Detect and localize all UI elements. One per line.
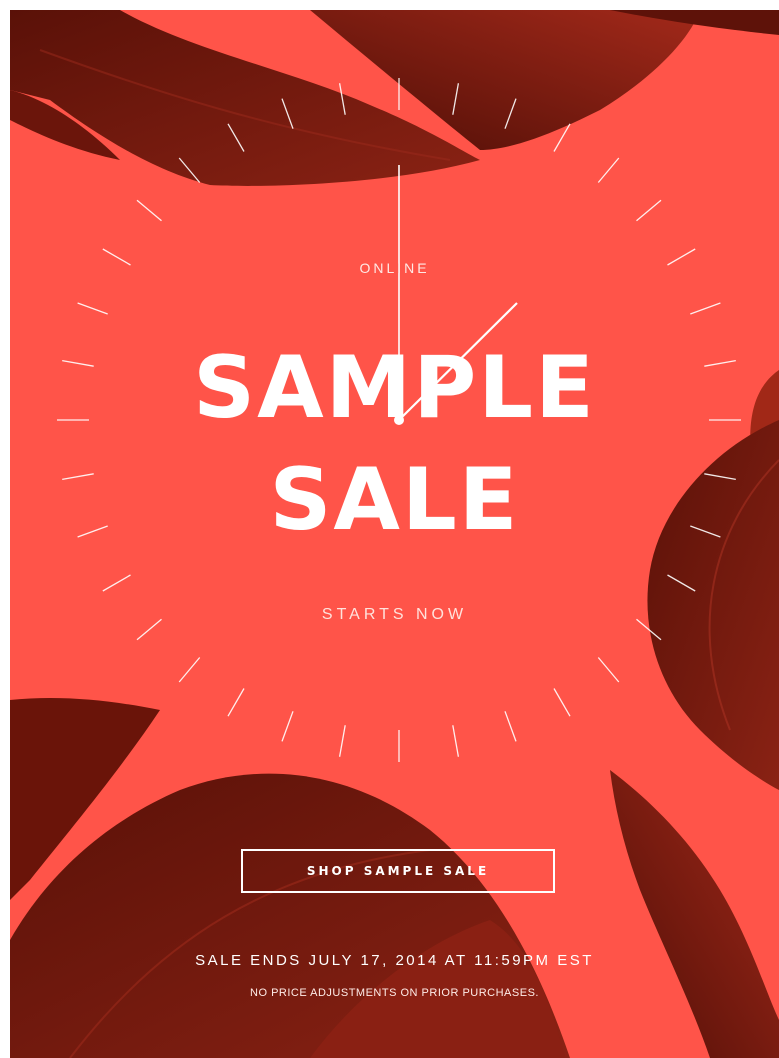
clock-tick (667, 574, 696, 592)
shop-sample-sale-button[interactable]: SHOP SAMPLE SALE (241, 849, 555, 893)
clock-tick (178, 157, 201, 183)
headline-line-2: SALE (269, 450, 520, 550)
clock-tick (227, 123, 245, 152)
clock-tick (281, 98, 294, 129)
clock-tick (553, 123, 571, 152)
email-page: ONLINE SAMPLE SALE STARTS NOW SHOP SAMPL… (0, 0, 779, 1058)
clock-tick (102, 574, 131, 592)
clock-tick (597, 657, 620, 683)
clock-tick (178, 657, 201, 683)
clock-tick (504, 98, 517, 129)
clock-tick (136, 199, 162, 222)
clock-tick (338, 725, 346, 757)
clock-tick (690, 302, 721, 315)
clock-tick (553, 688, 571, 717)
starts-now-label: STARTS NOW (321, 606, 468, 623)
clock-tick (636, 199, 662, 222)
headline-line-1: SAMPLE (193, 338, 596, 438)
clock-tick (281, 711, 294, 742)
eyebrow-label: ONLINE (359, 260, 430, 276)
clock-tick (338, 83, 346, 115)
shop-sample-sale-label: SHOP SAMPLE SALE (306, 864, 490, 878)
clock-tick (504, 711, 517, 742)
price-adjustment-disclaimer: NO PRICE ADJUSTMENTS ON PRIOR PURCHASES. (250, 987, 539, 999)
sale-poster: ONLINE SAMPLE SALE STARTS NOW SHOP SAMPL… (10, 10, 779, 1058)
clock-tick (227, 688, 245, 717)
clock-tick (597, 157, 620, 183)
sale-end-date: SALE ENDS JULY 17, 2014 AT 11:59PM EST (195, 952, 594, 969)
clock-tick (452, 83, 460, 115)
clock-tick (77, 302, 108, 315)
clock-tick (452, 725, 460, 757)
